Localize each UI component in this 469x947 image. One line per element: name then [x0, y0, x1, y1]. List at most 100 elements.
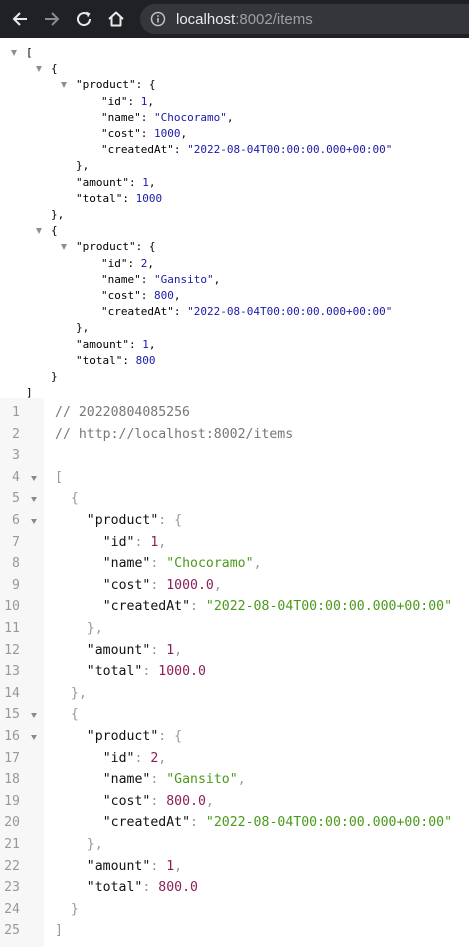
- code-punctuation: :: [150, 858, 167, 874]
- info-icon[interactable]: [150, 11, 166, 27]
- json-key: "product": [76, 78, 136, 92]
- json-key: "cost": [101, 127, 141, 140]
- editor-line: 25]: [0, 920, 469, 942]
- editor-line: 11},: [0, 618, 469, 640]
- line-number: 2: [12, 426, 20, 442]
- home-icon: [108, 11, 124, 27]
- code-punctuation: },: [86, 621, 103, 636]
- fold-toggle-icon[interactable]: [31, 519, 37, 524]
- json-key: "createdAt": [101, 305, 174, 319]
- json-punctuation: [: [26, 46, 33, 59]
- address-bar[interactable]: localhost:8002/items: [140, 4, 469, 34]
- code-punctuation: : {: [158, 513, 183, 528]
- json-punctuation: :: [127, 256, 141, 270]
- line-number: 4: [12, 469, 20, 485]
- fold-toggle-icon[interactable]: [31, 735, 37, 740]
- json-tree-view: [{"product": {"id": 1, "name": "Chocoramo…: [0, 38, 469, 399]
- code-key: "amount": [86, 858, 151, 874]
- json-punctuation: :: [140, 110, 154, 124]
- json-key: "amount": [76, 175, 129, 189]
- collapse-triangle-icon[interactable]: [61, 82, 67, 89]
- json-punctuation: :: [173, 143, 188, 157]
- code-key: "id": [102, 750, 135, 766]
- code-punctuation: ,: [205, 793, 214, 809]
- fold-toggle-icon[interactable]: [31, 475, 37, 481]
- code-punctuation: :: [150, 793, 167, 809]
- json-punctuation: :: [140, 289, 154, 302]
- collapse-triangle-icon[interactable]: [36, 66, 42, 73]
- code-comment: // http://localhost:8002/items: [55, 426, 294, 442]
- line-number: 6: [12, 513, 20, 528]
- json-punctuation: ,: [226, 110, 234, 124]
- editor-line: 6 "product": {: [0, 510, 469, 532]
- code-key: "total": [86, 880, 143, 896]
- json-key: "total": [76, 353, 123, 367]
- code-number: 1: [166, 858, 175, 874]
- editor-line: 12 "amount": 1,: [0, 640, 469, 662]
- code-key: "product": [86, 513, 159, 528]
- json-number: 1: [142, 175, 149, 189]
- json-punctuation: ,: [148, 337, 156, 351]
- json-number: 800: [154, 289, 174, 302]
- json-punctuation: ,: [213, 272, 221, 286]
- code-punctuation: :: [142, 664, 159, 680]
- json-punctuation: },: [76, 159, 90, 173]
- home-button[interactable]: [104, 7, 128, 31]
- json-punctuation: ,: [180, 127, 188, 140]
- json-punctuation: {: [51, 62, 58, 76]
- line-number: 21: [4, 837, 20, 852]
- fold-toggle-icon[interactable]: [31, 713, 37, 719]
- line-number: 12: [4, 642, 20, 658]
- line-number: 3: [12, 448, 20, 464]
- code-punctuation: :: [150, 556, 167, 572]
- code-punctuation: :: [134, 750, 151, 766]
- line-number: 18: [4, 772, 20, 788]
- editor-line: 4[: [0, 467, 469, 489]
- json-string: "Gansito": [154, 272, 214, 286]
- code-string: "2022-08-04T00:00:00.000+00:00": [205, 599, 453, 615]
- collapse-triangle-icon[interactable]: [36, 228, 42, 235]
- json-punctuation: :: [128, 337, 143, 351]
- editor-line: 15 {: [0, 704, 469, 726]
- code-comment: // 20220804085256: [55, 405, 190, 420]
- fold-toggle-icon[interactable]: [31, 497, 37, 503]
- json-punctuation: : {: [135, 78, 156, 92]
- back-button[interactable]: [8, 7, 32, 31]
- collapse-triangle-icon[interactable]: [61, 244, 67, 251]
- code-key: "name": [102, 772, 151, 788]
- collapse-triangle-icon[interactable]: [11, 50, 17, 56]
- editor-line: 19 "cost": 800.0,: [0, 791, 469, 813]
- line-number: 20: [4, 815, 20, 831]
- code-punctuation: ,: [174, 642, 183, 658]
- line-number: 15: [4, 707, 20, 723]
- json-number: 800: [135, 353, 156, 367]
- code-punctuation: ,: [158, 750, 167, 766]
- code-punctuation: {: [70, 491, 79, 507]
- editor-line: 10 "createdAt": "2022-08-04T00:00:00.000+…: [0, 596, 469, 618]
- editor-line: 22 "amount": 1,: [0, 856, 469, 878]
- arrow-left-icon: [12, 12, 27, 26]
- json-punctuation: ,: [173, 289, 181, 302]
- code-punctuation: : {: [158, 729, 183, 744]
- code-punctuation: ,: [253, 556, 262, 572]
- code-number: 1000.0: [158, 664, 206, 680]
- editor-line: 14},: [0, 683, 469, 705]
- json-punctuation: ,: [147, 94, 154, 108]
- json-string: "2022-08-04T00:00:00.000+00:00": [187, 143, 393, 157]
- code-string: "Chocoramo": [166, 556, 254, 572]
- code-key: "cost": [102, 793, 151, 809]
- json-key: "amount": [76, 337, 129, 351]
- json-key: "name": [101, 110, 141, 124]
- json-punctuation: },: [76, 321, 90, 335]
- code-editor: 1 // 20220804085256 2 // http://localhost:8…: [0, 398, 469, 947]
- forward-button[interactable]: [40, 7, 64, 31]
- reload-button[interactable]: [72, 7, 96, 31]
- code-punctuation: ,: [213, 577, 222, 593]
- browser-toolbar: localhost:8002/items: [0, 0, 469, 38]
- json-punctuation: {: [51, 224, 58, 238]
- editor-line: 2 // http://localhost:8002/items: [0, 424, 469, 446]
- line-number: 24: [4, 901, 20, 917]
- editor-line: 16 "product": {: [0, 726, 469, 748]
- line-number: 16: [4, 729, 20, 744]
- editor-line: 23 "total": 800.0: [0, 877, 469, 899]
